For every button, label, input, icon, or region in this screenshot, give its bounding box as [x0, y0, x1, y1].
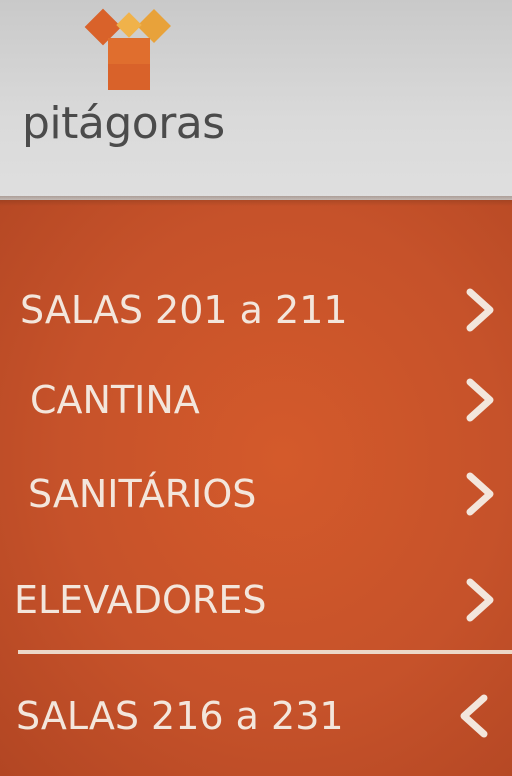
chevron-right-icon — [466, 378, 494, 422]
menu-item-salas-216-231[interactable]: SALAS 216 a 231 — [0, 686, 512, 746]
chevron-right-icon — [466, 578, 494, 622]
pitagoras-logo-icon — [84, 8, 171, 90]
menu-item-label: SANITÁRIOS — [28, 472, 257, 516]
menu-item-cantina[interactable]: CANTINA — [0, 370, 512, 430]
menu-item-label: CANTINA — [30, 378, 200, 422]
menu-item-label: ELEVADORES — [14, 578, 267, 622]
chevron-left-icon — [460, 694, 488, 738]
brand-name: pitágoras — [22, 98, 225, 149]
chevron-right-icon — [466, 288, 494, 332]
header: pitágoras — [0, 0, 512, 200]
divider — [18, 650, 512, 654]
menu-item-sanitarios[interactable]: SANITÁRIOS — [0, 464, 512, 524]
menu-item-label: SALAS 216 a 231 — [16, 694, 344, 738]
menu-item-salas-201-211[interactable]: SALAS 201 a 211 — [0, 280, 512, 340]
menu-item-elevadores[interactable]: ELEVADORES — [0, 570, 512, 630]
menu-item-label: SALAS 201 a 211 — [20, 288, 348, 332]
chevron-right-icon — [466, 472, 494, 516]
panel-edge-shadow — [0, 196, 512, 206]
